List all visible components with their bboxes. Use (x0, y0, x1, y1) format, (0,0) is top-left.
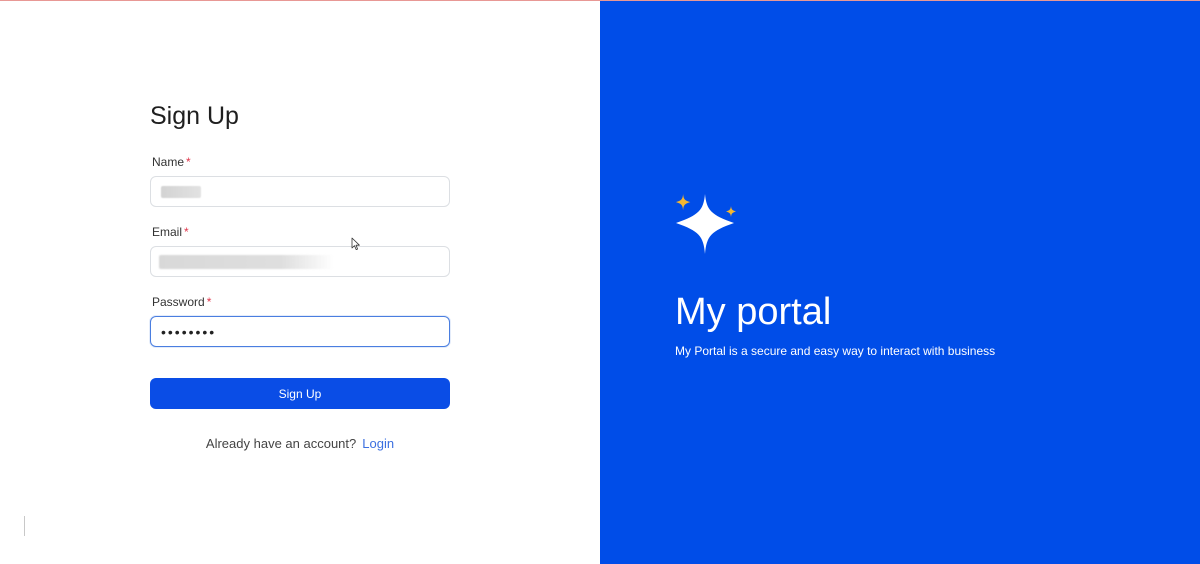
email-field[interactable] (150, 246, 450, 277)
signup-form: Sign Up Name* Email* Password* Sign Up A… (150, 100, 450, 451)
login-prompt-row: Already have an account? Login (150, 436, 450, 451)
redacted-name-value (161, 186, 201, 198)
password-field[interactable] (150, 316, 450, 347)
brand-title: My portal (675, 291, 832, 333)
divider-mark (24, 516, 25, 536)
required-mark: * (186, 155, 191, 169)
password-label: Password * (152, 295, 211, 309)
signup-pane (0, 1, 600, 564)
sign-up-button[interactable]: Sign Up (150, 378, 450, 409)
email-label-text: Email (152, 225, 183, 239)
email-label: Email * (152, 225, 189, 239)
login-prompt-text: Already have an account? (205, 436, 357, 451)
name-label-text: Name (152, 155, 185, 169)
name-label: Name * (152, 155, 191, 169)
redacted-email-value (159, 255, 334, 269)
mouse-cursor-icon (351, 237, 360, 250)
brand-subtitle: My Portal is a secure and easy way to in… (675, 344, 996, 358)
login-link[interactable]: Login (362, 436, 394, 451)
brand-panel (600, 1, 1200, 564)
password-label-text: Password (152, 295, 205, 309)
name-field[interactable] (150, 176, 450, 207)
page-title: Sign Up (150, 102, 239, 130)
required-mark: * (206, 295, 212, 309)
sparkle-icon (675, 194, 736, 254)
required-mark: * (184, 225, 189, 239)
